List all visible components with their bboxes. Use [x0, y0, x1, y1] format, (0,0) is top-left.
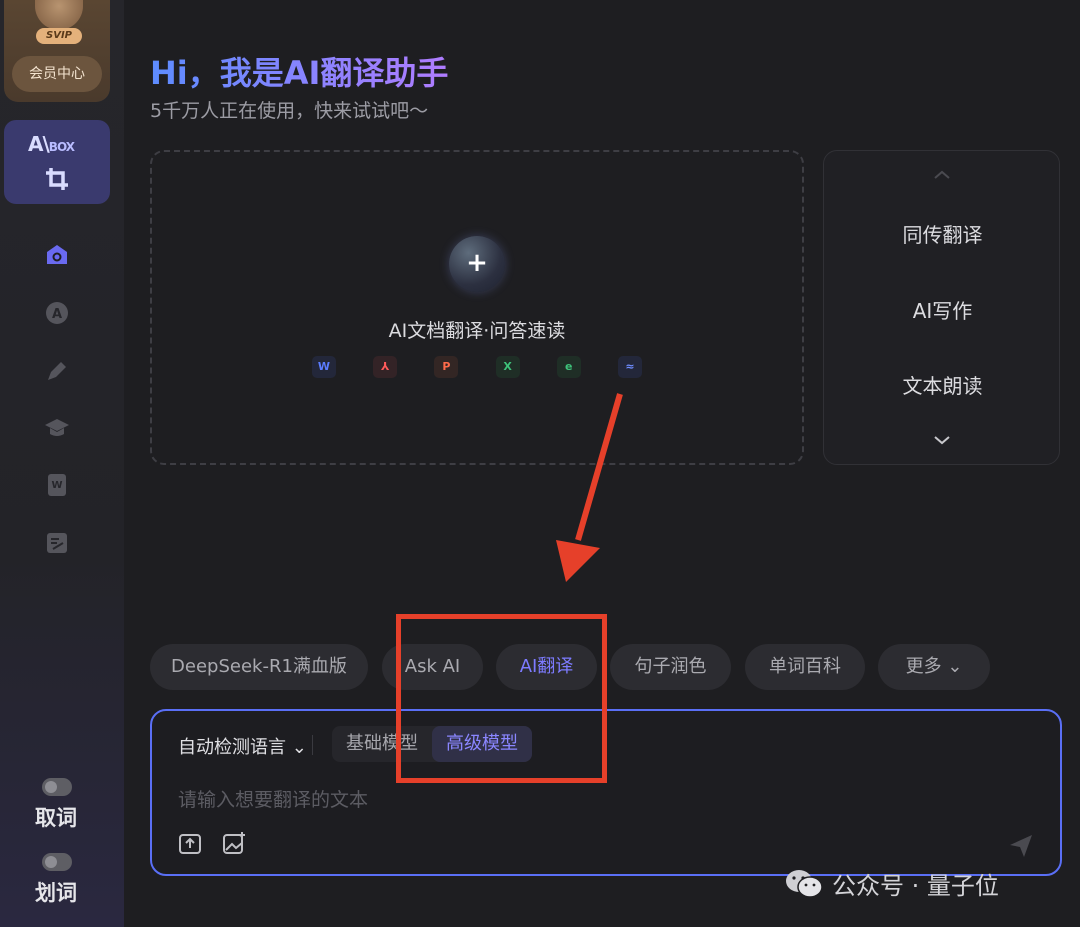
svg-text:W: W	[51, 480, 62, 491]
pick-word-label: 取词	[35, 806, 77, 830]
wechat-icon	[786, 869, 823, 898]
select-word-label: 划词	[35, 881, 77, 905]
epub-icon: e	[556, 356, 581, 378]
file-type-list: W ⅄ P Xe ≈	[312, 356, 642, 378]
vip-card[interactable]: SVIP 会员中心	[4, 0, 110, 102]
pdf-icon: ⅄	[373, 356, 398, 378]
graduation-cap-icon[interactable]	[44, 415, 70, 441]
tool-ai-writing[interactable]: AI写作	[824, 295, 1061, 324]
source-language-select[interactable]: 自动检测语言 ⌄	[178, 733, 307, 759]
aibox-button[interactable]: A\BOX	[4, 120, 110, 204]
send-icon[interactable]	[1008, 833, 1034, 859]
crop-icon	[46, 168, 68, 190]
add-document-button[interactable]: +	[449, 236, 505, 292]
model-toggle: 基础模型 高级模型	[332, 726, 532, 762]
aibox-logo: A\BOX	[28, 132, 75, 156]
tool-simultaneous-translation[interactable]: 同传翻译	[824, 219, 1061, 248]
page-title: Hi，我是AI翻译助手	[150, 48, 448, 94]
select-word-toggle[interactable]	[42, 853, 72, 871]
tools-panel: 同传翻译 AI写作 文本朗读	[823, 150, 1060, 465]
pen-icon[interactable]	[44, 358, 70, 384]
chip-ai-translate[interactable]: AI翻译	[496, 644, 597, 690]
chevron-down-icon[interactable]	[930, 432, 954, 448]
search-home-icon[interactable]	[44, 242, 70, 268]
image-icon: ≈	[617, 356, 642, 378]
red-arrow-annotation	[556, 393, 623, 582]
vip-badge: SVIP	[36, 28, 82, 44]
chip-more[interactable]: 更多 ⌄	[878, 644, 990, 690]
chip-word-encyclopedia[interactable]: 单词百科	[745, 644, 865, 690]
member-center-button[interactable]: 会员中心	[12, 56, 102, 92]
word-doc-icon[interactable]: W	[44, 472, 70, 498]
ai-icon[interactable]: A	[44, 300, 70, 326]
translate-input-box[interactable]: 自动检测语言 ⌄ 基础模型 高级模型 请输入想要翻译的文本	[150, 709, 1062, 876]
edit-note-icon[interactable]	[44, 530, 70, 556]
avatar	[35, 0, 83, 30]
watermark-text: 公众号 · 量子位	[832, 872, 999, 900]
model-advanced-option[interactable]: 高级模型	[432, 726, 532, 762]
document-upload-area[interactable]: + AI文档翻译·问答速读 W ⅄ P Xe ≈	[150, 150, 804, 465]
tool-text-to-speech[interactable]: 文本朗读	[824, 370, 1061, 399]
sidebar: SVIP 会员中心 A\BOX A W 取词 划词	[0, 0, 124, 927]
upload-label: AI文档翻译·问答速读	[388, 320, 566, 342]
word-icon: W	[312, 356, 336, 378]
watermark: 公众号 · 量子位	[784, 866, 999, 901]
chevron-up-icon[interactable]	[930, 167, 954, 183]
divider	[312, 735, 313, 755]
excel-icon: X	[495, 356, 520, 378]
chip-sentence-polish[interactable]: 句子润色	[610, 644, 731, 690]
chip-deepseek[interactable]: DeepSeek-R1满血版	[150, 644, 368, 690]
pick-word-toggle[interactable]	[42, 778, 72, 796]
chip-ask-ai[interactable]: Ask AI	[382, 644, 483, 690]
svg-text:A: A	[52, 307, 62, 322]
model-basic-option[interactable]: 基础模型	[332, 726, 432, 762]
upload-file-icon[interactable]	[178, 831, 202, 855]
translate-text-input[interactable]: 请输入想要翻译的文本	[178, 785, 368, 812]
page-subtitle: 5千万人正在使用，快来试试吧～	[150, 100, 429, 122]
image-upload-icon[interactable]	[222, 831, 246, 855]
ppt-icon: P	[434, 356, 459, 378]
